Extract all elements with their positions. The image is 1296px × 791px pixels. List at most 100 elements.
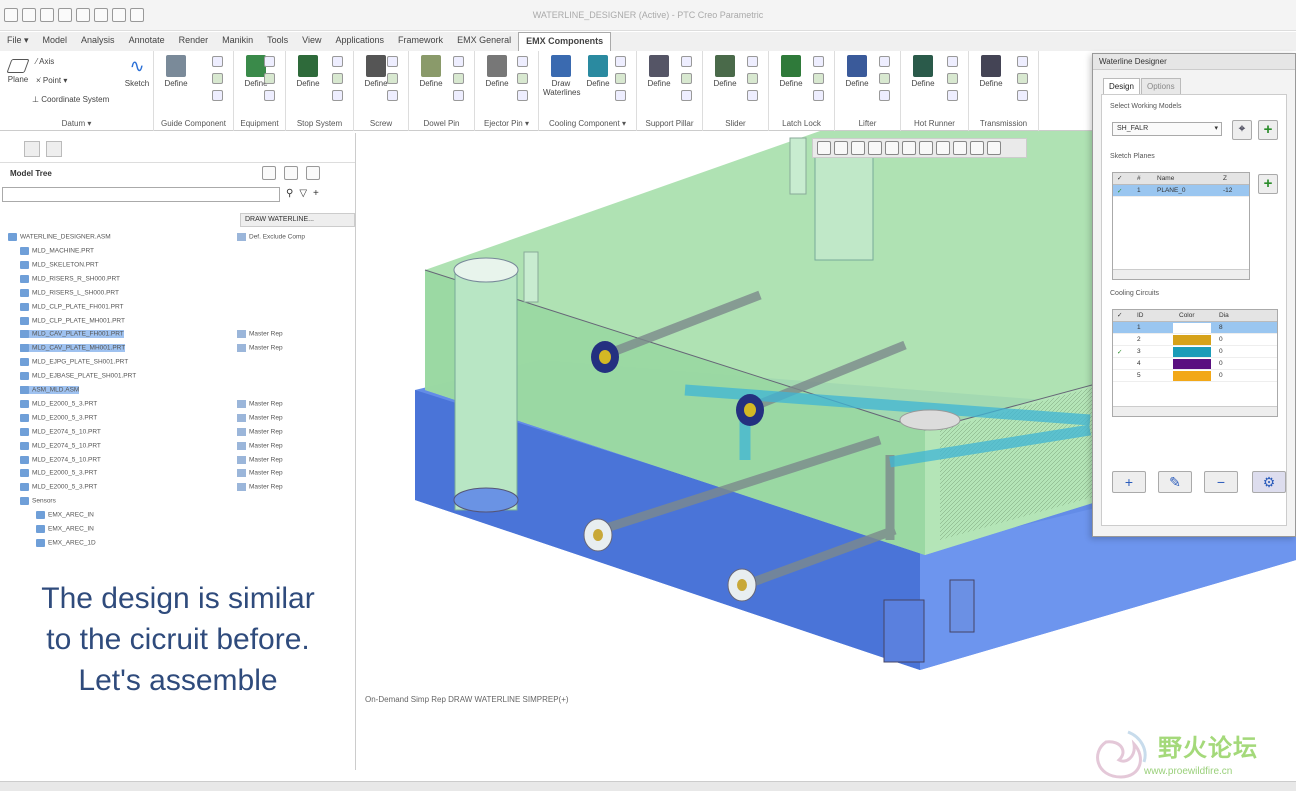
folder-browser-tab-icon[interactable] [24,141,40,157]
define-button[interactable]: Define [158,55,194,88]
small-tool-icon[interactable] [212,56,223,67]
tab-emx-general[interactable]: EMX General [450,32,518,51]
small-tool-icon[interactable] [387,73,398,84]
small-tool-icon[interactable] [1017,90,1028,101]
small-tool-icon[interactable] [264,73,275,84]
tab-tools[interactable]: Tools [260,32,295,51]
tab-model[interactable]: Model [36,32,75,51]
small-tool-icon[interactable] [681,73,692,84]
tree-item[interactable]: MLD_MACHINE.PRT [20,247,94,255]
tree-item[interactable]: EMX_AREC_IN [36,525,94,533]
saved-views-icon[interactable] [902,141,916,155]
small-tool-icon[interactable] [681,90,692,101]
define-button[interactable]: Define [973,55,1009,88]
tree-columns-icon[interactable] [284,166,298,180]
repaint-icon[interactable] [868,141,882,155]
circuit-color-swatch[interactable] [1173,371,1211,381]
circuit-row[interactable]: ✓ 3 0 [1113,346,1277,358]
find-icon[interactable]: ⚲ [286,188,293,199]
tree-item[interactable]: MLD_E2000_5_3.PRT [20,483,97,492]
small-tool-icon[interactable] [747,73,758,84]
model-tree-search-input[interactable] [2,187,280,202]
tree-item[interactable]: MLD_EJBASE_PLATE_SH001.PRT [20,372,136,381]
tab-options[interactable]: Options [1141,78,1181,95]
small-tool-icon[interactable] [947,56,958,67]
tab-view[interactable]: View [295,32,328,51]
tree-item[interactable]: MLD_EJPG_PLATE_SH001.PRT [20,358,128,367]
circuit-color-swatch[interactable] [1173,335,1211,345]
tree-item[interactable]: MLD_E2000_5_3.PRT [20,399,97,408]
spin-center-icon[interactable] [987,141,1001,155]
small-tool-icon[interactable] [615,56,626,67]
sketch-table-scrollbar[interactable] [1113,269,1249,279]
small-tool-icon[interactable] [517,73,528,84]
tree-item[interactable]: ASM_MLD.ASM [20,386,80,394]
small-tool-icon[interactable] [212,90,223,101]
small-tool-icon[interactable] [747,56,758,67]
small-tool-icon[interactable] [517,56,528,67]
tree-root[interactable]: WATERLINE_DESIGNER.ASM [8,233,111,241]
small-tool-icon[interactable] [947,73,958,84]
remove-circuit-button[interactable]: − [1204,471,1238,493]
edit-circuit-button[interactable]: ✎ [1158,471,1192,493]
add-model-button[interactable]: + [1258,120,1278,140]
add-icon[interactable]: + [313,188,319,199]
tree-item[interactable]: MLD_E2000_5_3.PRT [20,469,97,478]
tab-design[interactable]: Design [1103,78,1140,94]
small-tool-icon[interactable] [879,56,890,67]
point-button[interactable]: ×̇ Point ▾ [36,76,67,85]
tab-manikin[interactable]: Manikin [215,32,260,51]
tab-applications[interactable]: Applications [329,32,392,51]
tree-item[interactable]: Sensors [20,497,56,506]
tree-item[interactable]: EMX_AREC_1D [36,538,96,547]
display-style-icon[interactable] [885,141,899,155]
small-tool-icon[interactable] [1017,73,1028,84]
small-tool-icon[interactable] [813,56,824,67]
circuit-tool-icon[interactable]: ⚙ [1252,471,1286,493]
coordinate-system-button[interactable]: ⊥ Coordinate System [32,95,109,104]
perspective-icon[interactable] [936,141,950,155]
tree-item[interactable]: MLD_E2074_5_10.PRT [20,455,101,464]
small-tool-icon[interactable] [681,56,692,67]
small-tool-icon[interactable] [332,73,343,84]
circuit-row[interactable]: 18 [1113,322,1277,334]
plane-button[interactable]: Plane [4,55,32,84]
small-tool-icon[interactable] [879,90,890,101]
zoom-out-icon[interactable] [851,141,865,155]
circuit-row[interactable]: 40 [1113,358,1277,370]
define-button[interactable]: Define [707,55,743,88]
add-circuit-button[interactable]: + [1112,471,1146,493]
small-tool-icon[interactable] [264,56,275,67]
circuit-row[interactable]: 20 [1113,334,1277,346]
tab-analysis[interactable]: Analysis [74,32,122,51]
define-button[interactable]: Define [479,55,515,88]
small-tool-icon[interactable] [453,56,464,67]
filter-icon[interactable]: ▽ [299,188,307,199]
small-tool-icon[interactable] [813,90,824,101]
define-button[interactable]: Define [839,55,875,88]
annotation-display-icon[interactable] [970,141,984,155]
small-tool-icon[interactable] [264,90,275,101]
add-sketch-plane-button[interactable]: + [1258,174,1278,194]
small-tool-icon[interactable] [747,90,758,101]
select-model-icon[interactable]: ⌖ [1232,120,1252,140]
tree-show-icon[interactable] [306,166,320,180]
tab-file[interactable]: File ▾ [0,32,36,51]
tree-item[interactable]: EMX_AREC_IN [36,511,94,520]
refit-icon[interactable] [817,141,831,155]
small-tool-icon[interactable] [387,90,398,101]
tree-item[interactable]: MLD_CAV_PLATE_MH001.PRT [20,344,126,353]
small-tool-icon[interactable] [947,90,958,101]
circuits-table-scrollbar[interactable] [1113,406,1277,416]
tree-settings-icon[interactable] [262,166,276,180]
small-tool-icon[interactable] [615,90,626,101]
define-button[interactable]: Draw Waterlines [543,55,581,97]
circuit-color-swatch[interactable] [1173,359,1211,369]
small-tool-icon[interactable] [387,56,398,67]
circuit-row[interactable]: 50 [1113,370,1277,382]
circuit-color-swatch[interactable] [1173,347,1211,357]
favorites-tab-icon[interactable] [46,141,62,157]
small-tool-icon[interactable] [879,73,890,84]
tree-item[interactable]: MLD_E2074_5_10.PRT [20,441,101,450]
sketch-button[interactable]: ∿ Sketch [122,55,152,88]
